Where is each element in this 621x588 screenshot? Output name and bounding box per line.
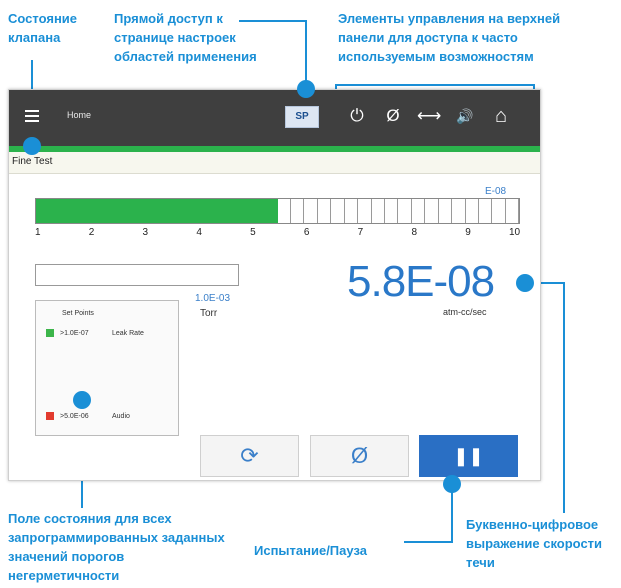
setpoints-panel: Set Points >1.0E-07 Leak Rate >5.0E-06 A… <box>35 300 179 436</box>
bargraph-tick-label: 6 <box>303 227 310 238</box>
refresh-button[interactable]: ⟳ <box>200 435 299 477</box>
leak-bargraph <box>35 198 520 224</box>
zero-button[interactable]: Ø <box>310 435 409 477</box>
zero-icon[interactable]: Ø <box>381 104 405 128</box>
setpoint-2-indicator <box>46 412 54 420</box>
bargraph-segment <box>103 199 117 223</box>
callout-valve-state: Состояние клапана <box>8 11 78 45</box>
callout-test-pause: Испытание/Пауза <box>254 543 367 558</box>
power-icon[interactable]: ⏻ <box>345 104 369 128</box>
bargraph-segment <box>129 199 144 223</box>
bargraph-segment <box>76 199 90 223</box>
mode-label: Fine Test <box>12 156 53 167</box>
bargraph-segment <box>143 199 157 223</box>
leader-line-leak-v <box>563 282 565 513</box>
setpoint-1-value: >1.0E-07 <box>60 330 89 337</box>
bargraph-segment <box>358 199 372 223</box>
speaker-icon[interactable]: 🔊 <box>453 104 477 128</box>
screen-title: Home <box>67 110 92 120</box>
leader-line-pause-v <box>451 485 453 543</box>
bargraph-segment <box>384 199 399 223</box>
bargraph-segment <box>344 199 359 223</box>
bargraph-segment <box>277 199 292 223</box>
sp-button[interactable]: SP <box>285 106 319 128</box>
bargraph-segment <box>317 199 332 223</box>
device-screen: Home SP ⏻ Ø ⟷ 🔊 ⌂ Fine Test E-08 1 2 3 4 5 6 7… <box>8 89 541 481</box>
pressure-unit: Torr <box>200 308 218 319</box>
bargraph-segment <box>398 199 412 223</box>
mode-bar: Fine Test <box>9 152 540 174</box>
bargraph-segment <box>49 199 63 223</box>
callout-dot-status <box>73 391 91 409</box>
setpoint-2-name: Audio <box>112 413 130 420</box>
bargraph-segment <box>210 199 224 223</box>
bargraph-exponent: E-08 <box>485 186 507 197</box>
home-icon[interactable]: ⌂ <box>489 104 513 128</box>
leak-rate-unit: atm-cc/sec <box>443 307 487 317</box>
callout-top-controls: Элементы управления на верхней панели дл… <box>338 11 561 64</box>
bargraph-segment <box>371 199 385 223</box>
test-pause-button[interactable]: ❚❚ <box>419 435 518 477</box>
leak-rate-value: 5.8E-08 <box>347 257 495 306</box>
leader-line-direct-access <box>239 20 307 22</box>
pressure-value: 1.0E-03 <box>195 293 231 304</box>
callout-direct-access: Прямой доступ к странице настроек област… <box>114 11 257 64</box>
bargraph-tick-label: 7 <box>357 227 364 238</box>
callout-leak-expression: Буквенно-цифровое выражение скорости теч… <box>466 517 603 570</box>
bargraph-tick-label: 5 <box>250 227 256 238</box>
bargraph-segment <box>250 199 265 223</box>
bargraph-segment <box>438 199 453 223</box>
callout-dot-pause <box>443 475 461 493</box>
bargraph-tick-label: 3 <box>142 227 149 238</box>
bargraph-segment <box>36 199 50 223</box>
bargraph-segment <box>62 199 77 223</box>
bargraph-tick-label: 10 <box>509 227 521 238</box>
bargraph-segment <box>478 199 493 223</box>
bargraph-segment <box>156 199 171 223</box>
leader-line-direct-access-v <box>305 20 307 86</box>
top-bar: Home SP ⏻ Ø ⟷ 🔊 ⌂ <box>9 90 540 146</box>
bargraph-segment <box>291 199 305 223</box>
bargraph-segment <box>492 199 506 223</box>
bargraph-segment <box>452 199 466 223</box>
bargraph-segment <box>116 199 130 223</box>
callout-dot-direct-access <box>297 80 315 98</box>
bargraph-segment <box>505 199 520 223</box>
bargraph-segment <box>170 199 184 223</box>
bargraph-segment <box>223 199 238 223</box>
callout-status-field: Поле состояния для всех запрограммирован… <box>8 511 225 583</box>
arrows-horizontal-icon[interactable]: ⟷ <box>417 104 441 128</box>
pressure-bar <box>35 264 239 286</box>
bargraph-segment <box>331 199 345 223</box>
bargraph-tick-label: 1 <box>35 227 41 238</box>
bargraph-tick-label: 2 <box>88 227 95 238</box>
setpoint-1-indicator <box>46 329 54 337</box>
bargraph-segment <box>89 199 104 223</box>
bargraph-segment <box>183 199 198 223</box>
bargraph-segment <box>197 199 211 223</box>
menu-icon[interactable] <box>25 110 39 124</box>
bargraph-segment <box>304 199 318 223</box>
bargraph-tick-label: 9 <box>465 227 471 238</box>
callout-dot-leak <box>516 274 534 292</box>
bargraph-tick-label: 4 <box>196 227 202 238</box>
bargraph-tick-label: 8 <box>411 227 417 238</box>
bargraph-segment <box>425 199 439 223</box>
bargraph-segment <box>465 199 479 223</box>
bargraph-segment <box>411 199 426 223</box>
bargraph-ticks: 1 2 3 4 5 6 7 8 9 10 <box>31 227 521 241</box>
setpoint-2-value: >5.0E-06 <box>60 413 89 420</box>
callout-dot-valve <box>23 137 41 155</box>
bargraph-segment <box>264 199 278 223</box>
setpoints-title: Set Points <box>62 310 94 317</box>
leader-line-pause-h <box>404 541 453 543</box>
bargraph-segment <box>237 199 251 223</box>
setpoint-1-name: Leak Rate <box>112 330 144 337</box>
